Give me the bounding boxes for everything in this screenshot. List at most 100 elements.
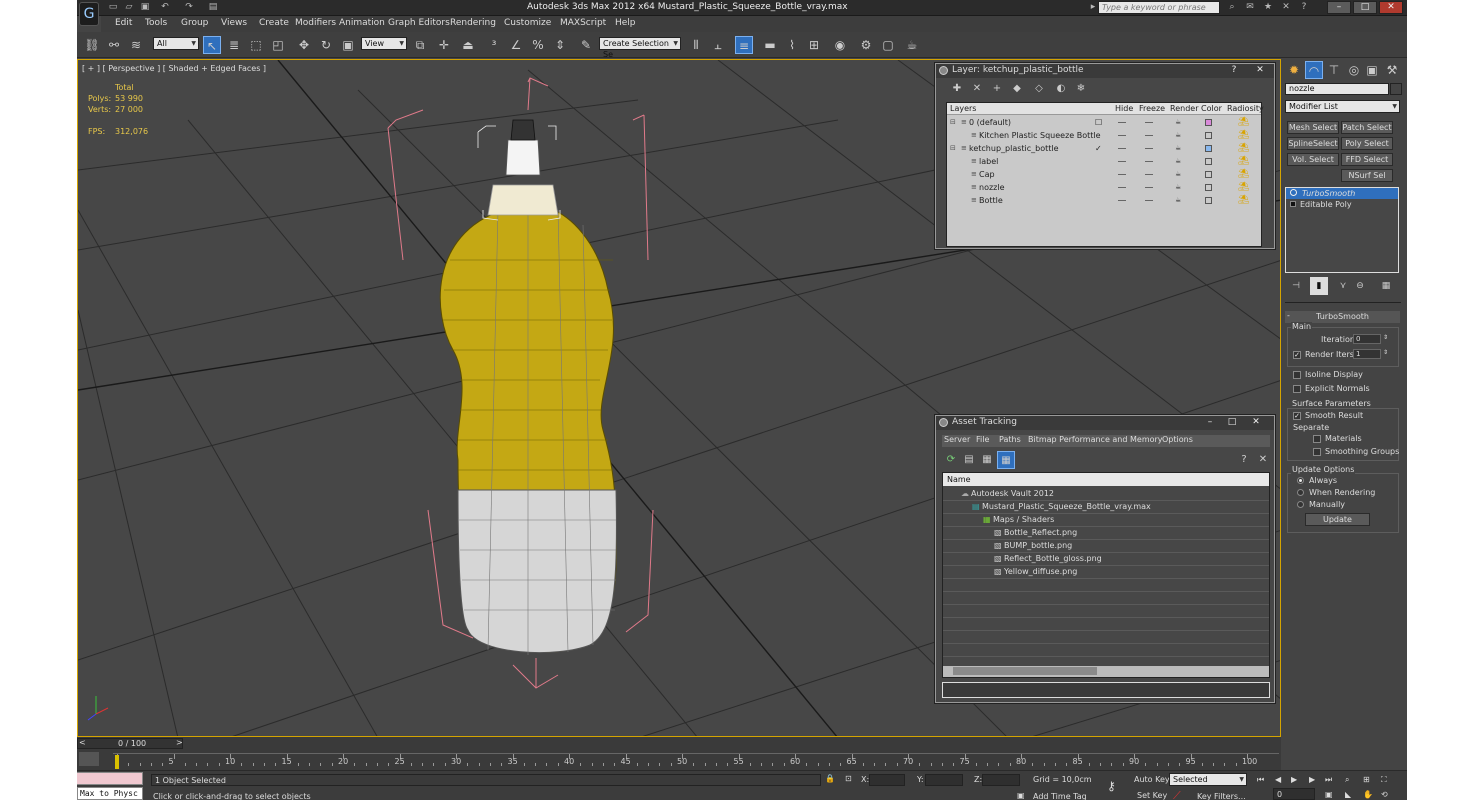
iterations-spinner-icon[interactable]: ⇕	[1383, 334, 1388, 341]
snaps-toggle-icon[interactable]: ³	[485, 36, 503, 54]
motion-tab-icon[interactable]: ◎	[1345, 61, 1363, 79]
save-file-icon[interactable]: ▣	[139, 2, 151, 13]
set-key-button[interactable]: Set Key	[1137, 791, 1167, 800]
explicit-normals-checkbox[interactable]	[1293, 385, 1301, 393]
expand-toggle-icon[interactable]: ⊟	[950, 142, 956, 155]
freeze-toggle[interactable]	[1145, 135, 1153, 136]
menu-customize[interactable]: Customize	[504, 18, 551, 28]
col-render[interactable]: Render	[1170, 103, 1198, 115]
search-input[interactable]: Type a keyword or phrase	[1098, 1, 1220, 14]
hide-toggle[interactable]	[1118, 161, 1126, 162]
asset-menu-bitmap[interactable]: Bitmap Performance and Memory	[1028, 435, 1163, 444]
maxscript-mini-listener[interactable]: Max to Physc	[77, 787, 143, 800]
freeze-toggle[interactable]	[1145, 187, 1153, 188]
smoothing-groups-checkbox[interactable]	[1313, 448, 1321, 456]
modifier-list-dropdown[interactable]: Modifier List	[1285, 100, 1400, 113]
asset-tracking-title-bar[interactable]: Asset Tracking – □ ✕	[936, 416, 1274, 430]
close-button[interactable]: ✕	[1379, 1, 1403, 14]
display-tab-icon[interactable]: ▣	[1363, 61, 1381, 79]
asset-item[interactable]: ▤ Mustard_Plastic_Squeeze_Bottle_vray.max	[945, 500, 1269, 513]
layer-close-button[interactable]: ✕	[1250, 65, 1270, 76]
radiosity-icon[interactable]: ⛱	[1238, 129, 1249, 142]
layer-color-swatch[interactable]	[1205, 145, 1212, 152]
asset-maximize-button[interactable]: □	[1222, 417, 1242, 428]
expand-toggle-icon[interactable]: ⊟	[950, 116, 956, 129]
maxscript-listener-pink[interactable]	[77, 772, 143, 785]
stack-item-editable-poly[interactable]: Editable Poly	[1286, 199, 1398, 210]
create-layer-icon[interactable]: ✚	[948, 80, 966, 98]
select-object-icon[interactable]: ↖	[203, 36, 221, 54]
asset-settings-icon[interactable]: ✕	[1254, 451, 1272, 469]
update-manually-radio[interactable]	[1297, 501, 1304, 508]
freeze-toggle[interactable]	[1145, 200, 1153, 201]
col-hide[interactable]: Hide	[1115, 103, 1133, 115]
layer-color-swatch[interactable]	[1205, 184, 1212, 191]
freeze-toggle[interactable]	[1145, 174, 1153, 175]
render-iters-checkbox[interactable]: ✓	[1293, 351, 1301, 359]
update-always-radio[interactable]	[1297, 477, 1304, 484]
menu-tools[interactable]: Tools	[145, 18, 167, 28]
add-time-tag[interactable]: Add Time Tag	[1033, 792, 1087, 800]
asset-item[interactable]: ▦ Maps / Shaders	[945, 513, 1269, 526]
hide-toggle[interactable]	[1118, 174, 1126, 175]
configure-sets-icon[interactable]: ▦	[1377, 277, 1395, 295]
zoom-all-icon[interactable]: ⊞	[1363, 775, 1370, 784]
create-tab-icon[interactable]: ✹	[1285, 61, 1303, 79]
percent-snap-icon[interactable]: %	[529, 36, 547, 54]
highlight-selected-icon[interactable]: ◇	[1030, 80, 1048, 98]
hide-toggle[interactable]	[1118, 122, 1126, 123]
col-layers[interactable]: Layers	[950, 103, 976, 115]
open-file-icon[interactable]: ▱	[123, 2, 135, 13]
layer-manager-title-bar[interactable]: Layer: ketchup_plastic_bottle ? ✕	[936, 64, 1274, 78]
menu-animation[interactable]: Animation	[339, 18, 385, 28]
layer-color-swatch[interactable]	[1205, 119, 1212, 126]
update-when-rendering-radio[interactable]	[1297, 489, 1304, 496]
edit-named-selection-icon[interactable]: ✎	[577, 36, 595, 54]
pivot-center-icon[interactable]: ⧉	[411, 36, 429, 54]
smooth-result-checkbox[interactable]: ✓	[1293, 412, 1301, 420]
render-production-icon[interactable]: ☕	[903, 36, 921, 54]
asset-h-scrollbar[interactable]	[943, 666, 1269, 677]
modify-tab-icon[interactable]: ◠	[1305, 61, 1323, 79]
layer-help-button[interactable]: ?	[1224, 65, 1244, 76]
schematic-view-icon[interactable]: ⊞	[805, 36, 823, 54]
layer-row[interactable]: ≡ Kitchen Plastic Squeeze Bottle ☕ ⛱	[947, 129, 1257, 142]
layer-current-checkbox[interactable]: ☐	[1095, 116, 1102, 129]
hide-unhide-all-icon[interactable]: ◐	[1052, 80, 1070, 98]
radiosity-icon[interactable]: ⛱	[1238, 181, 1249, 194]
menu-create[interactable]: Create	[259, 18, 289, 28]
pan-icon[interactable]: ✋	[1363, 790, 1373, 799]
rectangle-selection-icon[interactable]: ⬚	[247, 36, 265, 54]
modifier-onoff-icon[interactable]	[1290, 189, 1297, 196]
radiosity-icon[interactable]: ⛱	[1238, 155, 1249, 168]
asset-minimize-button[interactable]: –	[1200, 417, 1220, 428]
selection-filter-dropdown[interactable]: All	[153, 37, 199, 50]
new-file-icon[interactable]: ▭	[107, 2, 119, 13]
thumbnail-view-icon[interactable]: ▦	[978, 451, 996, 469]
modifier-button[interactable]: Patch Select	[1341, 121, 1393, 134]
minimize-button[interactable]: –	[1327, 1, 1351, 14]
object-color-swatch[interactable]	[1390, 83, 1402, 95]
menu-views[interactable]: Views	[221, 18, 247, 28]
asset-menu-paths[interactable]: Paths	[999, 435, 1021, 444]
freeze-toggle[interactable]	[1145, 122, 1153, 123]
hierarchy-tab-icon[interactable]: ⊤	[1325, 61, 1343, 79]
next-frame-icon[interactable]: ▶	[1309, 775, 1315, 784]
time-tag-icon[interactable]: ▣	[1017, 791, 1025, 800]
list-view-icon[interactable]: ▤	[960, 451, 978, 469]
show-end-result-icon[interactable]: ▮	[1310, 277, 1328, 295]
material-editor-icon[interactable]: ◉	[831, 36, 849, 54]
layer-color-swatch[interactable]	[1205, 171, 1212, 178]
set-keys-icon[interactable]: ⟋	[1173, 789, 1181, 800]
layer-row[interactable]: ≡ nozzle ☕ ⛱	[947, 181, 1257, 194]
menu-rendering[interactable]: Rendering	[450, 18, 496, 28]
asset-menu-server[interactable]: Server	[944, 435, 970, 444]
layer-row[interactable]: ≡ Cap ☕ ⛱	[947, 168, 1257, 181]
update-button[interactable]: Update	[1305, 513, 1370, 526]
render-teapot-icon[interactable]: ☕	[1175, 155, 1181, 168]
goto-start-icon[interactable]: ⏮	[1257, 775, 1264, 785]
asset-menu-options[interactable]: Options	[1162, 435, 1193, 444]
add-to-layer-icon[interactable]: +	[988, 80, 1006, 98]
key-icon[interactable]: ⚷	[1107, 779, 1116, 793]
render-iters-input[interactable]: 1	[1353, 349, 1381, 359]
